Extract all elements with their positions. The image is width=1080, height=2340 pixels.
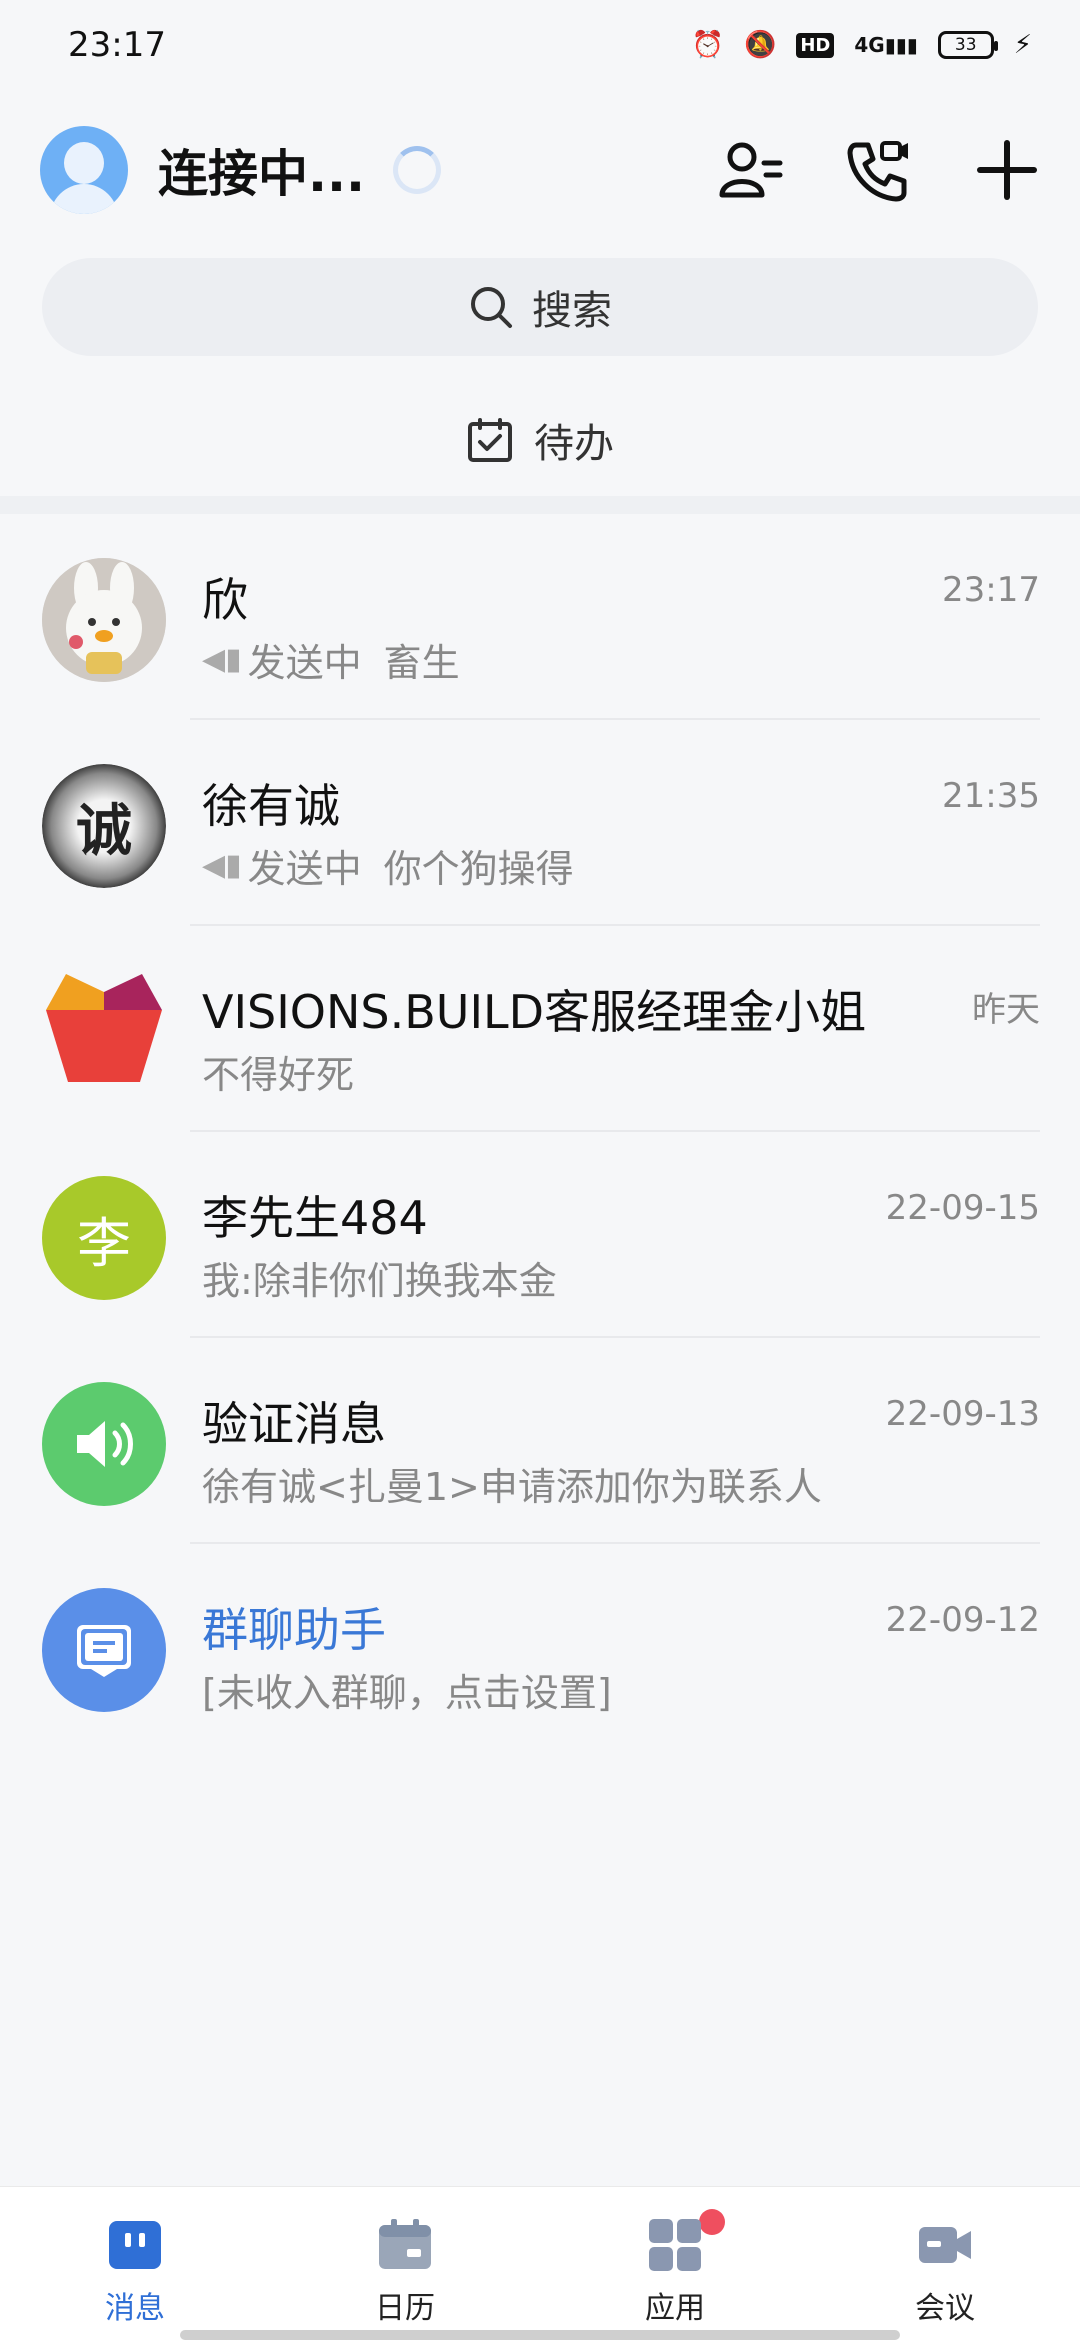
contact-name: 群聊助手: [202, 1603, 386, 1657]
apps-grid-icon: [647, 2217, 703, 2273]
charging-icon: ⚡: [1013, 30, 1032, 60]
preview-text: 你个狗操得: [383, 847, 574, 891]
conversation-row[interactable]: 李 李先生484 22-09-15 我:除非你们换我本金: [0, 1132, 1080, 1338]
contact-name: VISIONS.BUILD客服经理金小姐: [202, 985, 867, 1039]
search-icon: [471, 287, 512, 328]
contact-name: 徐有诚: [202, 779, 340, 833]
add-button[interactable]: [974, 137, 1040, 203]
conversation-list: 欣 23:17 ◀▮ 发送中 畜生 诚 徐有诚 21:35 ◀▮ 发送中 你个狗…: [0, 514, 1080, 1750]
contacts-icon: [719, 142, 783, 198]
message-time: 昨天: [972, 990, 1040, 1030]
mute-vibrate-icon: 🔕: [743, 30, 777, 60]
contact-avatar: 诚: [42, 764, 166, 888]
tab-label: 会议: [915, 2291, 975, 2326]
message-time: 22-09-13: [885, 1394, 1040, 1434]
tab-meetings[interactable]: 会议: [845, 2217, 1045, 2327]
message-time: 22-09-12: [885, 1600, 1040, 1640]
preview-text: 徐有诚<扎曼1>申请添加你为联系人: [202, 1465, 822, 1509]
todo-entry[interactable]: 待办: [0, 400, 1080, 480]
message-preview: ◀▮ 发送中 畜生: [202, 632, 460, 687]
group-assistant-icon: [77, 1625, 131, 1677]
tab-label: 消息: [105, 2291, 165, 2326]
contact-name: 验证消息: [202, 1397, 386, 1451]
message-preview: [未收入群聊，点击设置]: [202, 1662, 612, 1717]
bottom-tab-bar: 消息 日历 应用 会议: [0, 2186, 1080, 2340]
conversation-row[interactable]: 欣 23:17 ◀▮ 发送中 畜生: [0, 514, 1080, 720]
tab-apps[interactable]: 应用: [575, 2209, 775, 2327]
sending-status: 发送中: [247, 641, 362, 685]
loading-spinner-icon: [392, 146, 441, 194]
tab-messages[interactable]: 消息: [35, 2217, 235, 2327]
avatar-initial: 李: [77, 1211, 131, 1275]
header-actions: [718, 137, 1040, 203]
contact-avatar: [42, 970, 166, 1094]
sending-icon: ◀▮: [202, 642, 242, 677]
battery-icon: 33: [937, 31, 998, 59]
meeting-camera-icon: [917, 2217, 973, 2273]
hd-icon: HD: [796, 32, 835, 58]
plus-icon: [977, 140, 1037, 200]
conversation-row[interactable]: VISIONS.BUILD客服经理金小姐 昨天 不得好死: [0, 926, 1080, 1132]
contact-name: 李先生484: [202, 1191, 428, 1245]
call-button[interactable]: [846, 137, 912, 203]
tab-calendar[interactable]: 日历: [305, 2217, 505, 2327]
contact-avatar: [42, 1588, 166, 1712]
home-indicator[interactable]: [180, 2330, 900, 2340]
section-divider: [0, 496, 1080, 514]
messages-icon: [107, 2217, 163, 2273]
conversation-row[interactable]: 验证消息 22-09-13 徐有诚<扎曼1>申请添加你为联系人: [0, 1338, 1080, 1544]
signal-icon: 4G▮▮▮: [854, 33, 918, 57]
message-time: 21:35: [942, 776, 1040, 816]
status-time: 23:17: [68, 25, 166, 65]
preview-text: 畜生: [383, 641, 460, 685]
preview-text: 不得好死: [202, 1053, 355, 1097]
phone-video-icon: [847, 141, 908, 202]
contacts-button[interactable]: [718, 137, 784, 203]
search-label: 搜索: [532, 288, 612, 334]
contact-avatar: [42, 558, 166, 682]
search-bar[interactable]: 搜索: [42, 258, 1038, 356]
sending-icon: ◀▮: [202, 848, 242, 883]
status-bar: 23:17 ⏰ 🔕 HD 4G▮▮▮ 33 ⚡: [0, 0, 1080, 90]
sending-status: 发送中: [247, 847, 362, 891]
message-preview: 不得好死: [202, 1044, 354, 1099]
preview-text: 我:除非你们换我本金: [202, 1259, 557, 1303]
battery-level: 33: [954, 35, 977, 55]
message-preview: 徐有诚<扎曼1>申请添加你为联系人: [202, 1456, 822, 1511]
contact-name: 欣: [202, 573, 248, 627]
plush-bunny-avatar-icon: [42, 558, 166, 682]
avatar-initial: 诚: [76, 797, 132, 864]
status-icons: ⏰ 🔕 HD 4G▮▮▮ 33 ⚡: [692, 30, 1032, 60]
conversation-row[interactable]: 诚 徐有诚 21:35 ◀▮ 发送中 你个狗操得: [0, 720, 1080, 926]
message-time: 23:17: [942, 570, 1040, 610]
preview-text: [未收入群聊，点击设置]: [202, 1671, 612, 1715]
conversation-row[interactable]: 群聊助手 22-09-12 [未收入群聊，点击设置]: [0, 1544, 1080, 1750]
speaker-icon: [77, 1421, 133, 1467]
todo-label: 待办: [534, 421, 614, 467]
tab-label: 应用: [645, 2291, 705, 2326]
connection-status-title: 连接中...: [158, 145, 365, 203]
message-time: 22-09-15: [885, 1188, 1040, 1228]
network-type: 4G: [854, 33, 885, 57]
todo-check-icon: [468, 418, 512, 462]
visions-logo-icon: [46, 974, 162, 1082]
tab-label: 日历: [375, 2291, 435, 2326]
alarm-icon: ⏰: [691, 30, 724, 60]
message-preview: 我:除非你们换我本金: [202, 1250, 557, 1305]
message-preview: ◀▮ 发送中 你个狗操得: [202, 838, 574, 893]
header: 连接中...: [0, 110, 1080, 230]
contact-avatar: [42, 1382, 166, 1506]
contact-avatar: 李: [42, 1176, 166, 1300]
self-avatar[interactable]: [40, 126, 128, 214]
calendar-icon: [377, 2217, 433, 2273]
